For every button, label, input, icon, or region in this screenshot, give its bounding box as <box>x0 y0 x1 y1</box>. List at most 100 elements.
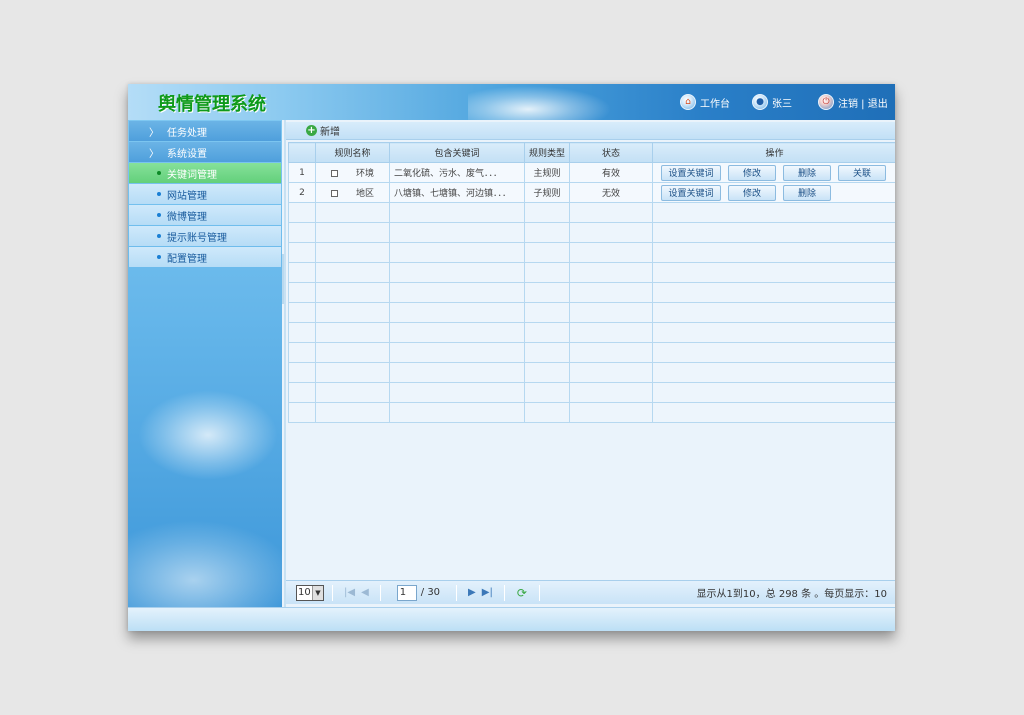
empty-cell <box>315 222 390 243</box>
edit-button[interactable]: 修改 <box>728 164 776 181</box>
row-checkbox[interactable] <box>330 190 338 197</box>
link-button[interactable]: 关联 <box>838 164 886 181</box>
empty-cell <box>288 222 316 243</box>
sidebar-item-config[interactable]: 配置管理 <box>129 247 281 267</box>
empty-cell <box>569 222 653 243</box>
empty-cell <box>315 242 390 263</box>
column-header-actions: 操作 <box>652 142 895 163</box>
footer-bar <box>128 607 895 631</box>
last-page-icon[interactable]: ▶| <box>482 587 493 598</box>
column-header-type[interactable]: 规则类型 <box>524 142 570 163</box>
empty-table-row <box>288 202 895 223</box>
page-number-input[interactable]: 1 <box>396 584 417 601</box>
empty-cell <box>288 202 316 223</box>
empty-cell <box>288 262 316 283</box>
user-name: 张三 <box>772 98 792 110</box>
empty-cell <box>569 402 653 423</box>
empty-table-row <box>288 282 895 303</box>
sidebar-item-keywords[interactable]: 关键词管理 <box>129 163 281 183</box>
next-page-icon[interactable]: ▶ <box>468 587 476 598</box>
first-page-icon[interactable]: |◀ <box>344 587 355 598</box>
add-button[interactable]: 新增 <box>320 123 340 138</box>
empty-cell <box>389 342 525 363</box>
sidebar-group-settings[interactable]: 〉 系统设置 <box>129 142 281 162</box>
empty-table-row <box>288 382 895 403</box>
empty-cell <box>315 262 390 283</box>
page-size-select[interactable]: 10 ▼ <box>296 584 324 601</box>
empty-cell <box>524 302 570 323</box>
empty-cell <box>652 302 895 323</box>
pagination-info: 显示从1到10，总 298 条 。每页显示：10 <box>696 589 887 600</box>
empty-cell <box>315 382 390 403</box>
user-link[interactable]: ● 张三 <box>752 93 792 111</box>
workbench-link[interactable]: ⌂ 工作台 <box>680 93 730 111</box>
main-panel: + 新增 规则名称 包含关键词 规则类型 状态 操作 1 环境 二氧化硫、污水、… <box>284 120 895 607</box>
row-checkbox[interactable] <box>330 170 338 177</box>
column-header-keywords[interactable]: 包含关键词 <box>389 142 525 163</box>
sidebar-item-websites[interactable]: 网站管理 <box>129 184 281 204</box>
chevron-right-icon: 〉 <box>149 148 159 160</box>
empty-cell <box>652 262 895 283</box>
column-header-name[interactable]: 规则名称 <box>315 142 390 163</box>
row-index: 1 <box>288 162 316 183</box>
rule-name-cell: 环境 <box>315 162 390 183</box>
empty-cell <box>315 302 390 323</box>
sidebar-item-weibo[interactable]: 微博管理 <box>129 205 281 225</box>
empty-cell <box>524 282 570 303</box>
sidebar-group-label: 任务处理 <box>167 127 207 139</box>
empty-cell <box>524 242 570 263</box>
edit-button[interactable]: 修改 <box>728 184 776 201</box>
empty-cell <box>315 342 390 363</box>
set-keywords-button[interactable]: 设置关键词 <box>661 164 721 181</box>
empty-cell <box>569 362 653 383</box>
empty-cell <box>652 342 895 363</box>
empty-cell <box>389 222 525 243</box>
empty-cell <box>652 322 895 343</box>
header-cloud-decoration <box>468 84 618 120</box>
header-bar: 舆情管理系统 ⌂ 工作台 ● 张三 ⏻ 注销 | 退出 <box>128 84 895 120</box>
rule-type-cell: 子规则 <box>524 182 570 203</box>
rule-name-cell: 地区 <box>315 182 390 203</box>
sidebar-item-alert-accounts[interactable]: 提示账号管理 <box>129 226 281 246</box>
empty-cell <box>569 282 653 303</box>
empty-cell <box>288 302 316 323</box>
bullet-icon <box>157 213 161 217</box>
sidebar-group-task[interactable]: 〉 任务处理 <box>129 121 281 141</box>
column-header-status[interactable]: 状态 <box>569 142 653 163</box>
table-row[interactable]: 2 地区 八塘镇、七塘镇、河边镇．．． 子规则 无效 设置关键词 修改 删除 <box>288 182 895 203</box>
empty-table-row <box>288 262 895 283</box>
empty-table-row <box>288 242 895 263</box>
empty-cell <box>569 202 653 223</box>
delete-button[interactable]: 删除 <box>783 164 831 181</box>
empty-table-row <box>288 222 895 243</box>
status-cell: 无效 <box>569 182 653 203</box>
empty-cell <box>524 342 570 363</box>
home-icon: ⌂ <box>680 94 696 110</box>
empty-cell <box>288 342 316 363</box>
bullet-icon <box>157 171 161 175</box>
empty-cell <box>389 302 525 323</box>
table-row[interactable]: 1 环境 二氧化硫、污水、废气．．． 主规则 有效 设置关键词 修改 删除 关联 <box>288 162 895 183</box>
empty-cell <box>389 202 525 223</box>
logout-link[interactable]: ⏻ 注销 | 退出 <box>818 93 888 111</box>
empty-cell <box>524 262 570 283</box>
empty-table-row <box>288 362 895 383</box>
pager-separator <box>503 584 505 601</box>
empty-cell <box>652 282 895 303</box>
empty-cell <box>569 382 653 403</box>
bullet-icon <box>157 255 161 259</box>
prev-page-icon[interactable]: ◀ <box>361 587 369 598</box>
bullet-icon <box>157 192 161 196</box>
refresh-icon[interactable]: ⟳ <box>517 586 527 600</box>
empty-cell <box>652 242 895 263</box>
empty-cell <box>389 402 525 423</box>
rule-name: 地区 <box>355 189 374 199</box>
sidebar-item-label: 配置管理 <box>167 253 207 265</box>
empty-cell <box>524 362 570 383</box>
sidebar-cloud-decoration <box>138 390 278 480</box>
chevron-down-icon: ▼ <box>312 585 323 600</box>
set-keywords-button[interactable]: 设置关键词 <box>661 184 721 201</box>
empty-cell <box>652 362 895 383</box>
empty-cell <box>389 282 525 303</box>
delete-button[interactable]: 删除 <box>783 184 831 201</box>
